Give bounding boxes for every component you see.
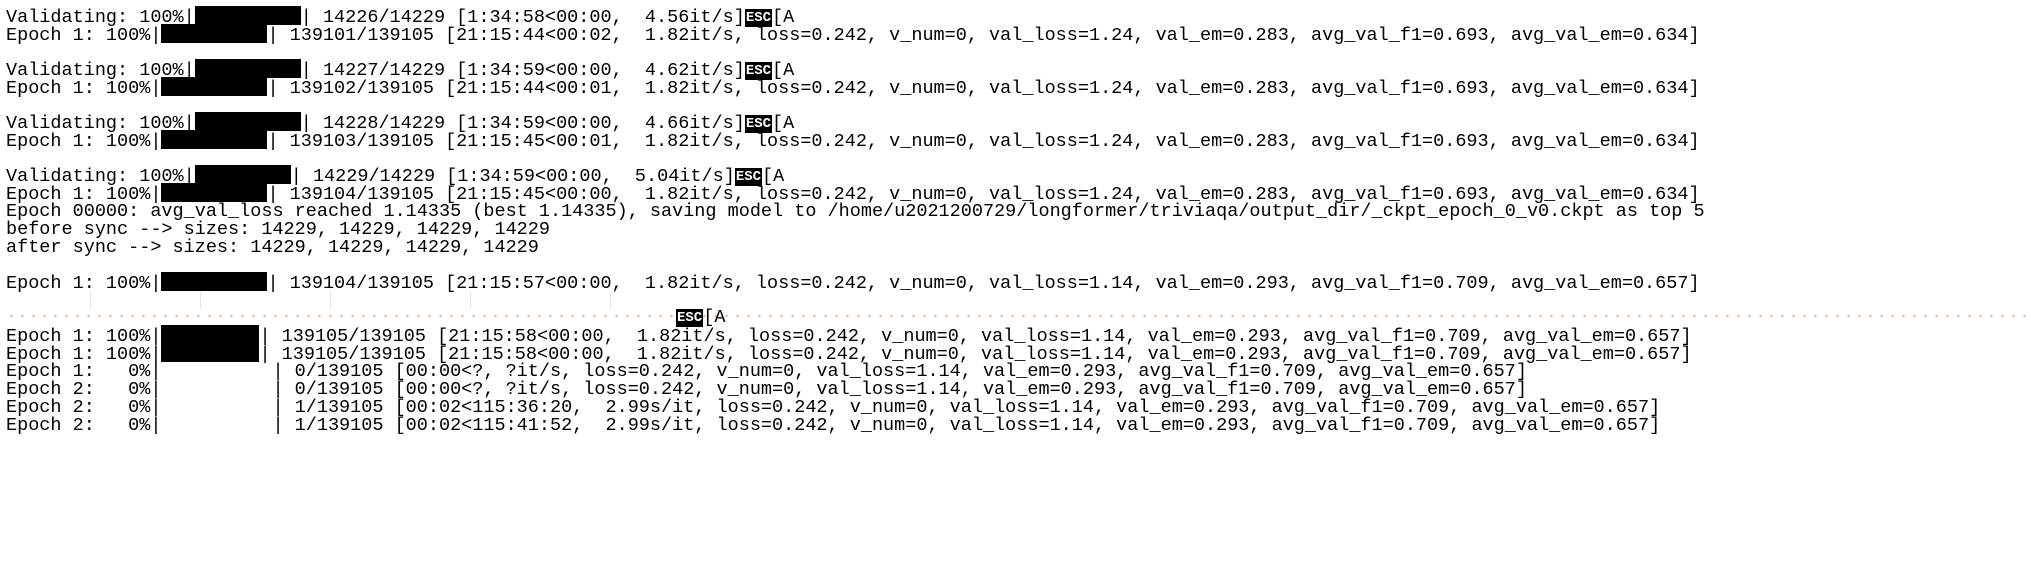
progress-bar-fill	[161, 343, 260, 362]
line-stats: | 139101/139105 [21:15:44<00:02, 1.82it/…	[267, 25, 1700, 46]
whitespace-guide	[470, 292, 471, 308]
line-stats: | 139102/139105 [21:15:44<00:01, 1.82it/…	[267, 78, 1700, 99]
whitespace-dots	[6, 313, 2026, 319]
log-line-epoch: Epoch 1: 100%| | 139104/139105 [21:15:57<…	[6, 272, 1700, 294]
progress-bar-fill	[161, 130, 268, 149]
progress-bar-fill	[161, 77, 268, 96]
whitespace-guide	[90, 292, 91, 308]
log-line-epoch: Epoch 1: 100%| | 139103/139105 [21:15:45<…	[6, 130, 1700, 152]
line-prefix: Epoch 1: 100%|	[6, 273, 162, 294]
log-line-sync: after sync --> sizes: 14229, 14229, 1422…	[6, 237, 539, 258]
line-prefix: Epoch 1: 100%|	[6, 131, 162, 152]
terminal-output: Validating: 100%| | 14226/14229 [1:34:58<…	[0, 0, 2033, 561]
progress-bar-fill	[194, 59, 301, 78]
whitespace-guide	[610, 292, 611, 308]
line-prefix: Epoch 1: 100%|	[6, 78, 162, 99]
line-stats: | 139103/139105 [21:15:45<00:01, 1.82it/…	[267, 131, 1700, 152]
progress-bar-fill	[161, 24, 268, 43]
whitespace-guide	[330, 292, 331, 308]
log-line-epoch: Epoch 1: 100%| | 139102/139105 [21:15:44<…	[6, 77, 1700, 99]
line-prefix: Epoch 1: 100%|	[6, 25, 162, 46]
line-stats: | 139104/139105 [21:15:57<00:00, 1.82it/…	[267, 273, 1700, 294]
log-line-epoch: Epoch 2: 0%| | 1/139105 [00:02<115:41:52…	[6, 415, 1661, 436]
progress-bar-fill	[161, 183, 268, 202]
whitespace-guide	[200, 292, 201, 308]
progress-bar-fill	[161, 325, 260, 344]
progress-bar-fill	[194, 6, 301, 25]
progress-bar-fill	[194, 165, 291, 184]
progress-bar-fill	[194, 112, 301, 131]
log-line-epoch: Epoch 1: 100%| | 139101/139105 [21:15:44<…	[6, 24, 1700, 46]
progress-bar-fill	[161, 272, 268, 291]
